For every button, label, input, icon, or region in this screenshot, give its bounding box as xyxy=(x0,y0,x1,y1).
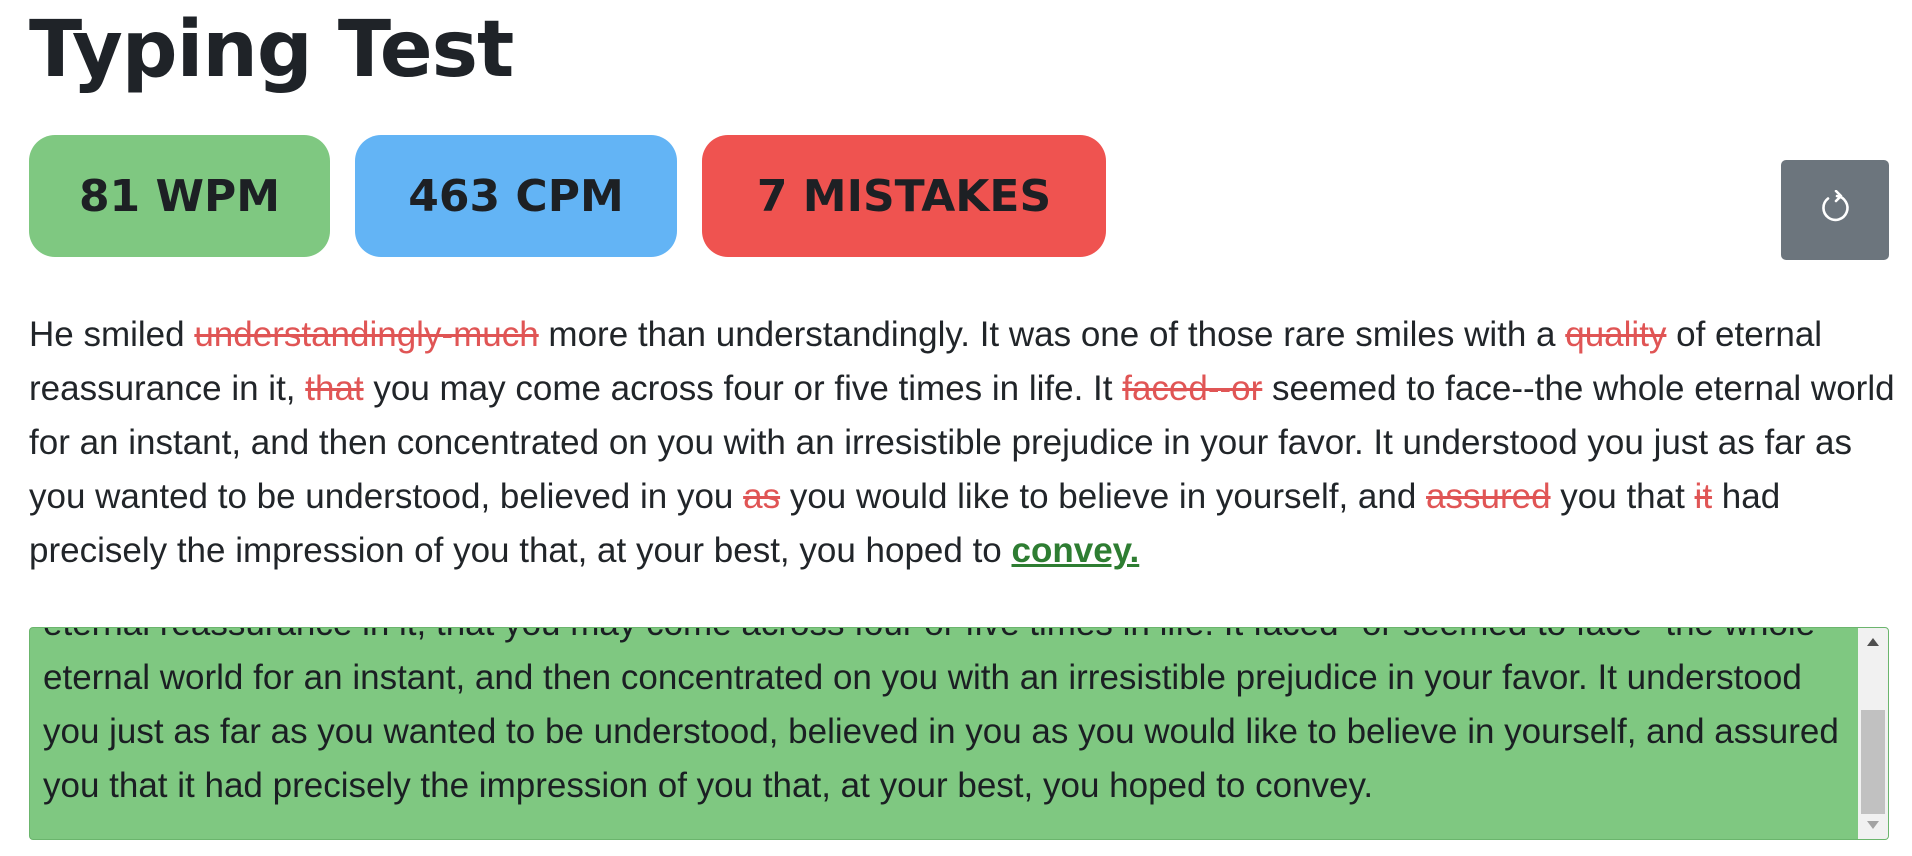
mistyped-word: as xyxy=(743,477,781,516)
current-word: convey. xyxy=(1011,531,1140,570)
mistyped-word: quality xyxy=(1565,315,1667,354)
typing-input-value[interactable]: eternal reassurance in it, that you may … xyxy=(43,628,1843,813)
input-scrollbar[interactable] xyxy=(1858,628,1888,839)
wpm-badge: 81 WPM xyxy=(29,135,330,257)
reset-button[interactable] xyxy=(1781,160,1889,260)
reset-icon xyxy=(1818,189,1852,230)
passage-segment: more than understandingly. It was one of… xyxy=(538,315,1566,354)
typing-input[interactable]: eternal reassurance in it, that you may … xyxy=(29,627,1889,840)
mistyped-word: assured xyxy=(1426,477,1551,516)
stats-bar: 81 WPM 463 CPM 7 MISTAKES xyxy=(29,135,1106,257)
passage-segment: you would like to believe in yourself, a… xyxy=(780,477,1427,516)
mistakes-badge: 7 MISTAKES xyxy=(702,135,1106,257)
scroll-thumb[interactable] xyxy=(1861,710,1885,814)
mistyped-word: understandingly-much xyxy=(194,315,539,354)
passage-text: He smiled understandingly-much more than… xyxy=(29,308,1899,578)
scroll-down-arrow-icon[interactable] xyxy=(1867,821,1879,829)
mistyped-word: that xyxy=(305,369,364,408)
passage-segment: you that xyxy=(1550,477,1695,516)
passage-segment: you may come across four or five times i… xyxy=(363,369,1123,408)
mistyped-word: faced--or xyxy=(1122,369,1263,408)
page-title: Typing Test xyxy=(29,5,514,95)
scroll-up-arrow-icon[interactable] xyxy=(1867,638,1879,646)
mistyped-word: it xyxy=(1694,477,1713,516)
cpm-badge: 463 CPM xyxy=(355,135,677,257)
passage-segment: He smiled xyxy=(29,315,195,354)
